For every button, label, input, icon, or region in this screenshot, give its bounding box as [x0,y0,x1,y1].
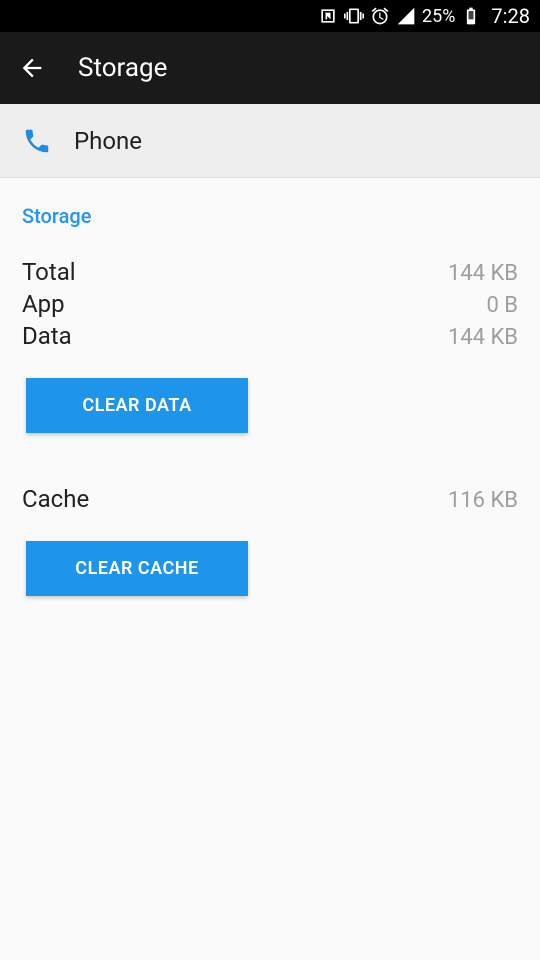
signal-icon [396,6,416,26]
status-bar: 25% 7:28 [0,0,540,32]
row-total: Total 144 KB [22,258,518,286]
total-value: 144 KB [448,261,518,286]
row-cache: Cache 116 KB [22,485,518,513]
app-value: 0 B [486,293,518,318]
battery-percent: 25% [422,6,455,27]
back-icon[interactable] [18,54,46,82]
app-bar: Storage [0,32,540,104]
clear-cache-button[interactable]: CLEAR CACHE [26,541,248,596]
row-app: App 0 B [22,290,518,318]
cache-label: Cache [22,485,89,513]
vibrate-icon [344,6,364,26]
content-area: Storage Total 144 KB App 0 B Data 144 KB… [0,178,540,596]
section-title-storage: Storage [22,204,518,228]
phone-icon [22,126,52,156]
data-value: 144 KB [448,325,518,350]
nfc-icon [318,6,338,26]
data-label: Data [22,322,72,350]
app-info-row[interactable]: Phone [0,104,540,178]
app-label: App [22,290,65,318]
clear-data-button[interactable]: CLEAR DATA [26,378,248,433]
app-name: Phone [74,127,142,155]
row-data: Data 144 KB [22,322,518,350]
total-label: Total [22,258,76,286]
alarm-icon [370,6,390,26]
clock-time: 7:28 [491,4,530,28]
page-title: Storage [78,53,167,83]
battery-icon [461,6,481,26]
cache-value: 116 KB [448,488,518,513]
